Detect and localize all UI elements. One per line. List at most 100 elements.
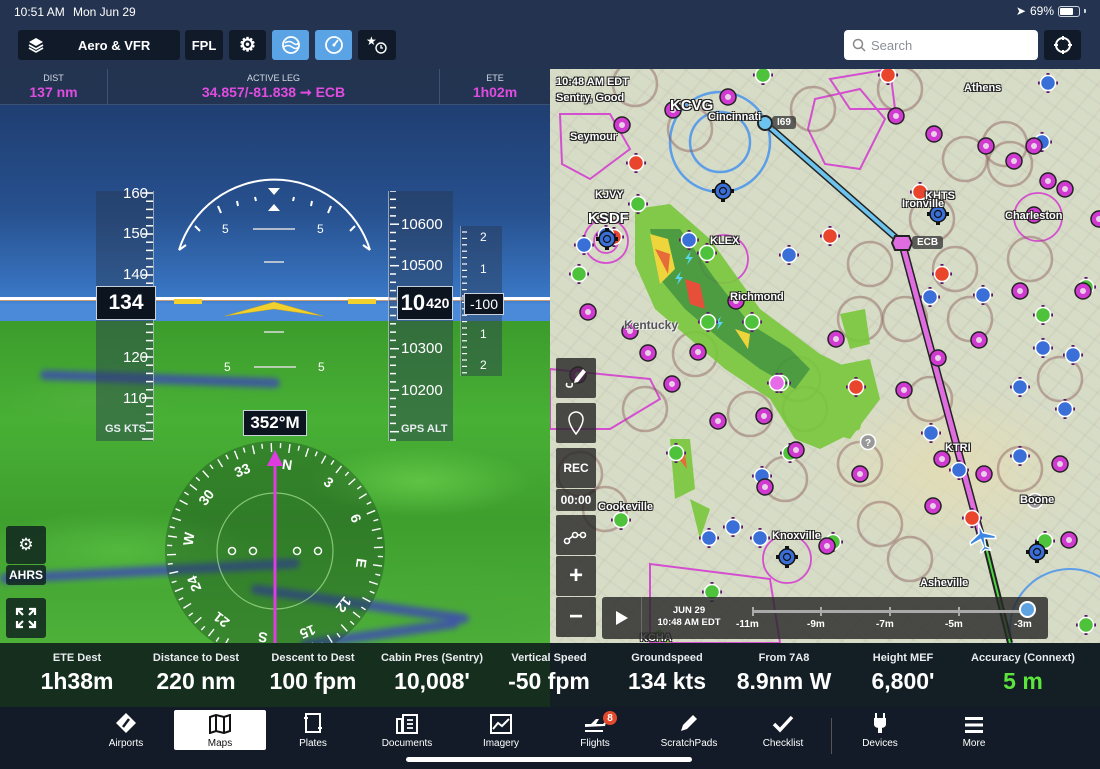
route-tool-button[interactable] [556, 515, 596, 555]
speed-tape-caption: GS KTS [105, 423, 146, 435]
map-label-kcvg[interactable]: KCVG [670, 97, 713, 114]
timeline-tick [752, 607, 754, 616]
center-on-ownship-button[interactable] [1044, 30, 1081, 60]
instrument-groundspeed[interactable]: Groundspeed 134 kts [610, 643, 724, 695]
timeline-label: -11m [736, 619, 759, 630]
ahrs-label[interactable]: AHRS [6, 565, 46, 585]
documents-icon [396, 714, 418, 734]
active-leg-cell[interactable]: ACTIVE LEG 34.857/-81.838 ➞ ECB [108, 69, 440, 105]
airport-nontowered-marker [1090, 210, 1100, 228]
timeline-scrubber[interactable] [1019, 601, 1036, 618]
airport-marker [921, 423, 941, 443]
map-label-charleston[interactable]: Charleston [1005, 210, 1062, 222]
heading-readout: 352°M [243, 410, 307, 436]
instrument-height-mef[interactable]: Height MEF 6,800' [846, 643, 960, 695]
airport-towered-marker [776, 546, 798, 568]
map-label-knoxville[interactable]: Knoxville [772, 530, 821, 542]
map-label-cincinnati[interactable]: Cincinnati [708, 111, 761, 123]
tab-more[interactable]: More [928, 710, 1020, 750]
airport-marker [626, 153, 646, 173]
tab-imagery[interactable]: Imagery [455, 710, 547, 750]
airport-nontowered-marker [756, 478, 774, 496]
search-field[interactable] [844, 30, 1038, 60]
imagery-icon [490, 714, 512, 734]
speed-tick: 160 [123, 185, 149, 202]
map-label-seymour[interactable]: Seymour [570, 131, 617, 143]
tab-airports[interactable]: Airports [80, 710, 172, 750]
search-input[interactable] [871, 37, 1031, 53]
airport-nontowered-marker [1039, 172, 1057, 190]
instrument-cabin-pressure[interactable]: Cabin Pres (Sentry) 10,008' [375, 643, 489, 695]
timeline-tick [958, 607, 960, 616]
instrument-distance-to-dest[interactable]: Distance to Dest 220 nm [139, 643, 253, 695]
tab-maps[interactable]: Maps [174, 710, 266, 750]
ahrs-settings-button[interactable]: ⚙ [6, 526, 46, 564]
instrument-ete-dest[interactable]: ETE Dest 1h38m [20, 643, 134, 695]
pin-icon [568, 411, 584, 436]
groundspeed-readout: 134 [96, 286, 156, 320]
altitude-readout: 10 420 [397, 286, 453, 320]
map-label-richmond[interactable]: Richmond [730, 291, 784, 303]
alt-tick: 10300 [401, 340, 443, 357]
moving-map[interactable]: ?? KCVG Cincinnati Seymour KJVY KSDF KLE… [550, 69, 1100, 643]
airport-nontowered-marker [975, 465, 993, 483]
instrument-descent-to-dest[interactable]: Descent to Dest 100 fpm [256, 643, 370, 695]
airport-nontowered-marker [895, 381, 913, 399]
instrument-from-7a8[interactable]: From 7A8 8.9nm W [727, 643, 841, 695]
airport-marker [569, 264, 589, 284]
tab-label: Plates [299, 738, 327, 749]
zoom-out-button[interactable]: − [556, 597, 596, 637]
record-track-button[interactable]: REC [556, 448, 596, 488]
speed-tick: 120 [123, 349, 149, 366]
airport-nontowered-marker [929, 349, 947, 367]
waypoint-tag-i69[interactable]: I69 [772, 116, 796, 129]
tab-plates[interactable]: Plates [267, 710, 359, 750]
record-timer: 00:00 [556, 489, 596, 511]
map-label-klex[interactable]: KLEX [710, 235, 739, 247]
tab-documents[interactable]: Documents [361, 710, 453, 750]
airport-nontowered-marker [579, 303, 597, 321]
vsi-tick: 1 [480, 262, 487, 276]
instrument-accuracy[interactable]: Accuracy (Connext) 5 m [964, 643, 1082, 695]
drop-pin-button[interactable] [556, 403, 596, 443]
tab-checklist[interactable]: Checklist [737, 710, 829, 750]
tab-label: Documents [381, 738, 433, 749]
bank-index-icon [268, 204, 280, 211]
map-label-kjvy[interactable]: KJVY [595, 189, 624, 201]
draw-button[interactable] [556, 358, 596, 398]
active-leg-label: ACTIVE LEG [246, 73, 300, 83]
foreflight-app: 10:51 AM Mon Jun 29 ➤ 69% Aero & VFR FPL… [0, 0, 1100, 769]
tab-devices[interactable]: Devices [834, 710, 926, 750]
play-button[interactable] [602, 597, 642, 639]
expand-view-button[interactable] [6, 598, 46, 638]
airport-nontowered-marker [663, 375, 681, 393]
pencil-icon [681, 715, 697, 731]
compass-tick [261, 443, 264, 449]
zoom-in-button[interactable]: + [556, 556, 596, 596]
map-label-athens[interactable]: Athens [964, 82, 1001, 94]
tab-scratchpads[interactable]: ScratchPads [643, 710, 735, 750]
instrument-vertical-speed[interactable]: Vertical Speed -50 fpm [492, 643, 606, 695]
altitude-tape-caption: GPS ALT [401, 423, 448, 435]
timeline-label: -5m [945, 619, 963, 630]
map-label-boone[interactable]: Boone [1020, 494, 1054, 506]
flights-badge: 8 [603, 711, 617, 725]
timeline-track[interactable] [752, 607, 1027, 616]
map-label-ksdf[interactable]: KSDF [588, 210, 629, 227]
airport-diamond-icon [116, 713, 136, 733]
map-label-ktri[interactable]: KTRI [945, 442, 971, 454]
map-label-asheville[interactable]: Asheville [920, 577, 968, 589]
timeline-datetime: JUN 29 10:48 AM EDT [648, 605, 730, 629]
home-indicator[interactable] [406, 757, 692, 762]
map-label-cookeville[interactable]: Cookeville [598, 501, 653, 513]
airport-nontowered-marker [719, 88, 737, 106]
instrument-label: From 7A8 [758, 652, 810, 664]
battery-icon [1058, 5, 1080, 17]
pitch-label-up-left: 5 [222, 222, 229, 236]
expand-arrows-icon [15, 607, 37, 629]
map-label-kentucky: Kentucky [624, 318, 679, 332]
map-label-ironville[interactable]: Ironville [902, 198, 944, 210]
timeline-date: JUN 29 [672, 605, 706, 616]
tab-flights[interactable]: 8 Flights [549, 710, 641, 750]
waypoint-tag-ecb[interactable]: ECB [912, 236, 944, 249]
